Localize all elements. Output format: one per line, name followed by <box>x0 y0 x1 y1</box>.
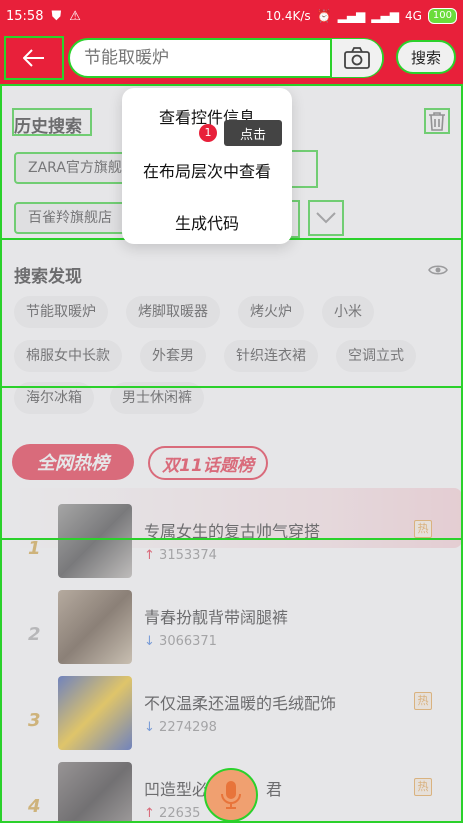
rank-title: 青春扮靓背带阔腿裤 <box>144 608 289 627</box>
discover-title: 搜索发现 <box>14 267 82 287</box>
hot-badge: 热 <box>414 692 432 710</box>
discover-item[interactable]: 棉服女中长款 <box>14 340 122 372</box>
discover-item[interactable]: 节能取暖炉 <box>14 296 108 328</box>
rank-thumbnail <box>58 590 132 664</box>
status-bar: 15:58 ⛊ ⚠ 10.4K/s ⏰ ▂▄▆ ▂▄▆ 4G 100 <box>0 0 463 32</box>
rank-count: ↑ 22635 <box>144 806 201 821</box>
search-header: 搜索 <box>0 32 463 84</box>
eye-icon <box>428 265 448 275</box>
rank-title: 专属女生的复古帅气穿搭 <box>144 522 321 541</box>
signal-icon: ▂▄▆ <box>337 9 366 23</box>
rank-item[interactable]: 1 专属女生的复古帅气穿搭 ↑ 3153374 热 <box>0 504 463 584</box>
rank-item[interactable]: 2 青春扮靓背带阔腿裤 ↓ 3066371 <box>0 590 463 670</box>
tab-hot-list[interactable]: 全网热榜 <box>12 444 134 480</box>
menu-item-view-layout[interactable]: 在布局层次中查看 <box>122 158 292 182</box>
rank-number: 1 <box>28 538 41 559</box>
tab-topic-list[interactable]: 双11话题榜 <box>148 446 268 480</box>
discover-item[interactable]: 烤脚取暖器 <box>126 296 220 328</box>
back-button[interactable] <box>4 36 64 80</box>
microphone-icon <box>221 781 241 809</box>
expand-history-button[interactable] <box>308 200 344 236</box>
rank-thumbnail <box>58 504 132 578</box>
search-button[interactable]: 搜索 <box>396 40 456 74</box>
delete-history-button[interactable] <box>424 108 450 134</box>
history-item[interactable]: 百雀羚旗舰店 <box>14 202 126 234</box>
discover-item[interactable]: 小米 <box>322 296 374 328</box>
rank-thumbnail <box>58 676 132 750</box>
network-type: 4G <box>404 9 422 23</box>
rank-number: 3 <box>28 710 41 731</box>
discover-item[interactable]: 烤火炉 <box>238 296 304 328</box>
status-time: 15:58 <box>6 8 44 24</box>
signal-icon-2: ▂▄▆ <box>371 9 399 23</box>
history-title: 历史搜索 <box>14 117 82 137</box>
discover-item[interactable]: 针织连衣裙 <box>224 340 318 372</box>
discover-item[interactable]: 空调立式 <box>336 340 416 372</box>
rank-number: 4 <box>28 796 41 817</box>
rank-count: ↑ 3153374 <box>144 548 217 563</box>
discover-item[interactable]: 外套男 <box>140 340 206 372</box>
step-badge: 1 <box>199 124 217 142</box>
rank-count: ↓ 3066371 <box>144 634 217 649</box>
camera-icon <box>344 47 370 69</box>
shield-icon: ⛊ <box>51 8 62 24</box>
click-tooltip: 点击 <box>224 120 282 146</box>
search-input[interactable] <box>70 40 330 76</box>
warning-icon: ⚠ <box>69 8 81 24</box>
rank-number: 2 <box>28 624 41 645</box>
discover-item[interactable]: 海尔冰箱 <box>14 382 94 414</box>
hot-badge: 热 <box>414 778 432 796</box>
menu-item-generate-code[interactable]: 生成代码 <box>122 210 292 234</box>
voice-search-button[interactable] <box>204 768 258 822</box>
arrow-left-icon <box>23 49 44 67</box>
camera-button[interactable] <box>330 39 382 77</box>
toggle-visibility-button[interactable] <box>428 262 448 281</box>
battery-icon: 100 <box>427 8 457 24</box>
rank-count: ↓ 2274298 <box>144 720 217 735</box>
context-popup: 查看控件信息 在布局层次中查看 生成代码 <box>122 88 292 244</box>
discover-item[interactable]: 男士休闲裤 <box>110 382 204 414</box>
network-speed: 10.4K/s <box>265 9 311 23</box>
hot-badge: 热 <box>414 520 432 538</box>
rank-item[interactable]: 3 不仅温柔还温暖的毛绒配饰 ↓ 2274298 热 <box>0 676 463 756</box>
search-box[interactable] <box>68 38 384 78</box>
rank-title: 不仅温柔还温暖的毛绒配饰 <box>144 694 337 713</box>
chevron-down-icon <box>316 212 336 224</box>
trash-icon <box>429 112 445 131</box>
alarm-icon: ⏰ <box>316 9 332 23</box>
rank-thumbnail <box>58 762 132 823</box>
